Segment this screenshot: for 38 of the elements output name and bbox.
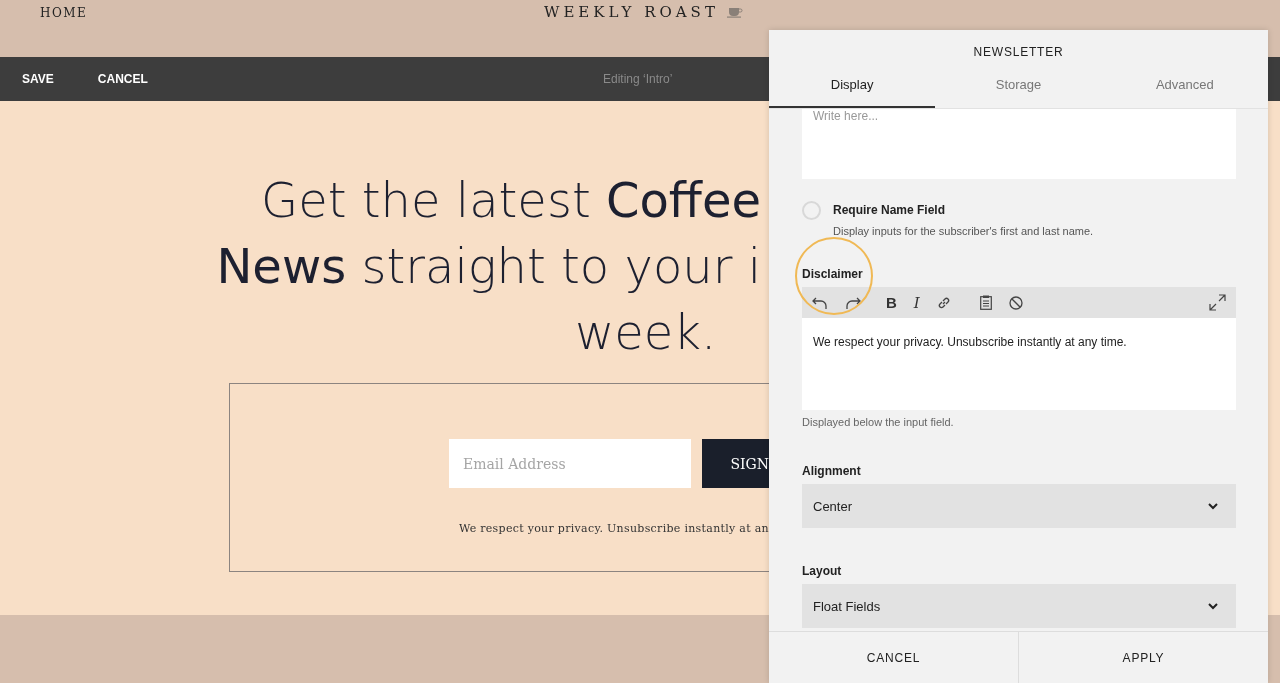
dropdown-select[interactable]: Float Fields [802, 584, 1236, 628]
panel-title: NEWSLETTER [972, 45, 1065, 59]
panel-tab[interactable]: Storage [935, 77, 1102, 108]
undo-icon[interactable] [812, 295, 828, 310]
edit-bar-button[interactable]: CANCEL [97, 72, 148, 86]
panel-footer-button[interactable]: CANCEL [769, 632, 1018, 683]
expand-icon[interactable] [1209, 294, 1226, 311]
prohibited-icon[interactable] [1008, 295, 1023, 310]
radio-button[interactable] [802, 201, 821, 220]
option-label: Require Name Field [833, 203, 947, 217]
field-label: Alignment [802, 464, 862, 478]
help-text: Displayed below the input field. [802, 416, 955, 428]
field-label: Disclaimer [802, 267, 864, 281]
coffee-cup-icon [726, 6, 743, 18]
privacy-note: We respect your privacy. Unsubscribe instantly at an [458, 522, 769, 535]
panel-tab[interactable]: Advanced [1101, 77, 1268, 108]
bold-button[interactable]: B [886, 294, 897, 311]
dropdown-select[interactable]: Center [802, 484, 1236, 528]
edit-bar-button[interactable]: SAVE [22, 72, 54, 86]
field-label: Layout [802, 564, 843, 578]
disclaimer-editor[interactable]: We respect your privacy. Unsubscribe instantly at any time. [802, 318, 1236, 410]
editing-status: Editing ‘Intro’ [603, 72, 673, 86]
italic-button[interactable]: I [913, 293, 920, 312]
clipboard-icon[interactable] [979, 295, 992, 310]
message-textarea[interactable]: Write here... [802, 109, 1236, 179]
chevron-down-icon [1208, 602, 1218, 610]
link-icon[interactable] [936, 295, 951, 310]
sign-up-button[interactable]: SIGN [702, 439, 769, 488]
panel-footer-button[interactable]: APPLY [1018, 632, 1268, 683]
site-logo[interactable]: WEEKLY ROAST [544, 3, 719, 21]
email-input[interactable]: Email Address [449, 439, 691, 488]
headline-line: News straight to your i [215, 237, 762, 296]
home-link[interactable]: HOME [40, 6, 88, 20]
option-description: Display inputs for the subscriber's first and last name. [833, 225, 1094, 237]
redo-icon[interactable] [845, 295, 861, 310]
chevron-down-icon [1208, 502, 1218, 510]
headline-line: Get the latest Coffee [259, 171, 762, 230]
headline-line: week. [574, 303, 718, 362]
